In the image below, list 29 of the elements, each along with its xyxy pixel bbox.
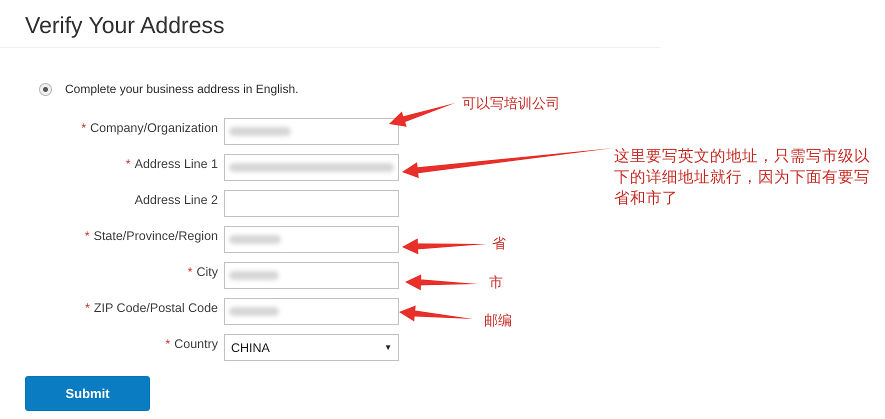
annotation-text: 市 bbox=[489, 274, 503, 293]
submit-button[interactable]: Submit bbox=[25, 376, 150, 411]
option-label: Complete your business address in English. bbox=[65, 82, 298, 96]
input-field[interactable] bbox=[224, 190, 399, 217]
caret-icon: ▼ bbox=[384, 343, 392, 352]
blurred-value bbox=[229, 307, 279, 316]
annotation-text: 邮编 bbox=[484, 312, 512, 331]
annotation-text: 省 bbox=[492, 235, 506, 254]
field-label: Address Line 2 bbox=[134, 192, 218, 209]
annotation-text: 可以写培训公司 bbox=[462, 95, 560, 114]
field-label: * Company/Organization bbox=[81, 120, 218, 137]
arrow bbox=[389, 103, 455, 127]
field-label: * ZIP Code/Postal Code bbox=[84, 300, 218, 317]
input-field[interactable] bbox=[224, 154, 399, 181]
field-label: * City bbox=[188, 264, 218, 281]
blurred-value bbox=[229, 127, 291, 136]
radio-button[interactable] bbox=[39, 82, 52, 96]
field-label: * State/Province/Region bbox=[84, 228, 218, 245]
field-label: * Address Line 1 bbox=[126, 156, 218, 173]
field-label: * Country bbox=[165, 336, 218, 353]
blurred-value bbox=[229, 271, 279, 280]
input-field[interactable] bbox=[224, 118, 399, 145]
country-select[interactable]: CHINA ▼ bbox=[224, 334, 399, 361]
input-field[interactable] bbox=[224, 262, 399, 289]
annotation-text: 这里要写英文的地址，只需写市级以下的详细地址就行，因为下面有要写省和市了 bbox=[614, 146, 871, 209]
page-title: Verify Your Address bbox=[25, 11, 226, 40]
input-field[interactable] bbox=[224, 298, 399, 325]
blurred-value bbox=[229, 235, 281, 244]
input-field[interactable] bbox=[224, 226, 399, 253]
